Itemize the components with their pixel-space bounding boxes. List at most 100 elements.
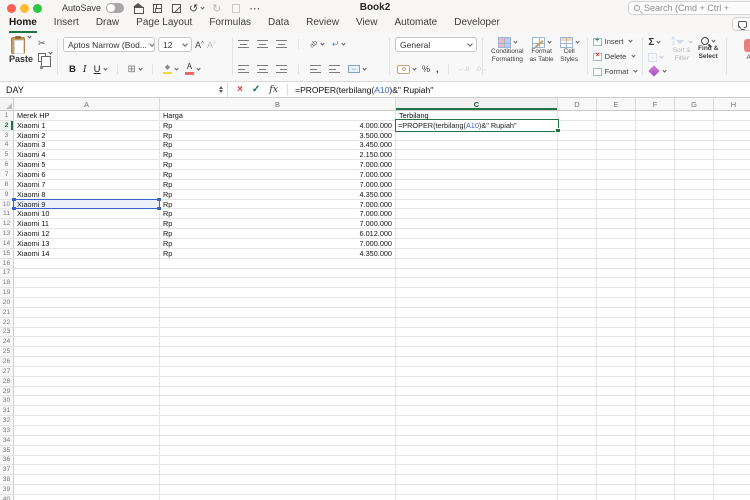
cell-B8[interactable]: Rp7.000.000 [160,180,396,190]
cell-B27[interactable] [160,367,396,377]
cell-F8[interactable] [636,180,675,190]
column-header-a[interactable]: A [14,98,160,110]
cell-F19[interactable] [636,288,675,298]
cell-C31[interactable] [396,406,558,416]
decrease-indent-button[interactable] [310,65,321,73]
fill-color-button[interactable]: ◆ [163,64,178,75]
cancel-button[interactable]: × [237,84,243,95]
cell-G9[interactable] [675,190,714,200]
cell-E10[interactable] [597,200,636,210]
cell-A2[interactable]: Xiaomi 1 [14,121,160,131]
cell-A30[interactable] [14,396,160,406]
cell-D5[interactable] [558,150,597,160]
cell-H22[interactable] [714,318,750,328]
cell-G11[interactable] [675,209,714,219]
cell-H16[interactable] [714,259,750,269]
cell-A25[interactable] [14,347,160,357]
cell-C14[interactable] [396,239,558,249]
cell-G14[interactable] [675,239,714,249]
tab-page-layout[interactable]: Page Layout [136,17,192,33]
cell-E7[interactable] [597,170,636,180]
cell-H23[interactable] [714,328,750,338]
cell-H26[interactable] [714,357,750,367]
cell-E39[interactable] [597,485,636,495]
cell-H7[interactable] [714,170,750,180]
cell-B22[interactable] [160,318,396,328]
cell-D13[interactable] [558,229,597,239]
cell-H32[interactable] [714,416,750,426]
cell-F40[interactable] [636,495,675,500]
cell-F12[interactable] [636,219,675,229]
home-button[interactable] [132,2,145,15]
zoom-window-button[interactable] [33,4,42,13]
cell-E2[interactable] [597,121,636,131]
cell-C7[interactable] [396,170,558,180]
tab-review[interactable]: Review [306,17,339,33]
column-header-c[interactable]: C [396,98,558,110]
cell-C23[interactable] [396,328,558,338]
cell-F39[interactable] [636,485,675,495]
cell-F38[interactable] [636,475,675,485]
cell-B33[interactable] [160,426,396,436]
cell-E16[interactable] [597,259,636,269]
cell-D37[interactable] [558,465,597,475]
cell-F6[interactable] [636,160,675,170]
cell-B25[interactable] [160,347,396,357]
cell-D3[interactable] [558,131,597,141]
row-header-27[interactable]: 27 [0,367,14,377]
row-header-31[interactable]: 31 [0,406,14,416]
cell-C16[interactable] [396,259,558,269]
cell-C18[interactable] [396,278,558,288]
cell-G26[interactable] [675,357,714,367]
row-header-3[interactable]: 3 [0,131,14,141]
font-size-select[interactable]: 12 [158,37,192,52]
cell-D18[interactable] [558,278,597,288]
cell-C39[interactable] [396,485,558,495]
tab-automate[interactable]: Automate [394,17,437,33]
cell-B39[interactable] [160,485,396,495]
cell-D31[interactable] [558,406,597,416]
cell-C8[interactable] [396,180,558,190]
comma-style-button[interactable]: , [436,64,439,74]
cell-A17[interactable] [14,269,160,279]
cell-D8[interactable] [558,180,597,190]
cell-H24[interactable] [714,337,750,347]
cell-H40[interactable] [714,495,750,500]
cell-H27[interactable] [714,367,750,377]
cell-H11[interactable] [714,209,750,219]
column-header-h[interactable]: H [714,98,750,110]
cell-E34[interactable] [597,436,636,446]
reference-drag-handle[interactable] [12,198,16,202]
cell-D34[interactable] [558,436,597,446]
cell-B18[interactable] [160,278,396,288]
cell-E28[interactable] [597,377,636,387]
cell-C11[interactable] [396,209,558,219]
cell-D26[interactable] [558,357,597,367]
undo-button[interactable]: ↺ [189,2,204,15]
row-header-22[interactable]: 22 [0,318,14,328]
cell-D27[interactable] [558,367,597,377]
cell-A8[interactable]: Xiaomi 7 [14,180,160,190]
cell-F26[interactable] [636,357,675,367]
cell-H35[interactable] [714,446,750,456]
cell-G33[interactable] [675,426,714,436]
cell-A40[interactable] [14,495,160,500]
cell-F23[interactable] [636,328,675,338]
cell-A21[interactable] [14,308,160,318]
cell-H5[interactable] [714,150,750,160]
cell-B9[interactable]: Rp4.350.000 [160,190,396,200]
cell-C35[interactable] [396,446,558,456]
cell-G29[interactable] [675,387,714,397]
tab-insert[interactable]: Insert [54,17,79,33]
cell-A13[interactable]: Xiaomi 12 [14,229,160,239]
minimize-window-button[interactable] [20,4,29,13]
cell-H12[interactable] [714,219,750,229]
cell-C34[interactable] [396,436,558,446]
cell-D17[interactable] [558,269,597,279]
cell-E40[interactable] [597,495,636,500]
align-top-button[interactable] [238,40,249,48]
save-as-button[interactable] [170,2,183,15]
increase-decimal-button[interactable]: ←.0 [458,66,470,73]
paste-button[interactable]: Paste [6,37,36,76]
borders-button[interactable]: ⊞ [128,64,142,75]
